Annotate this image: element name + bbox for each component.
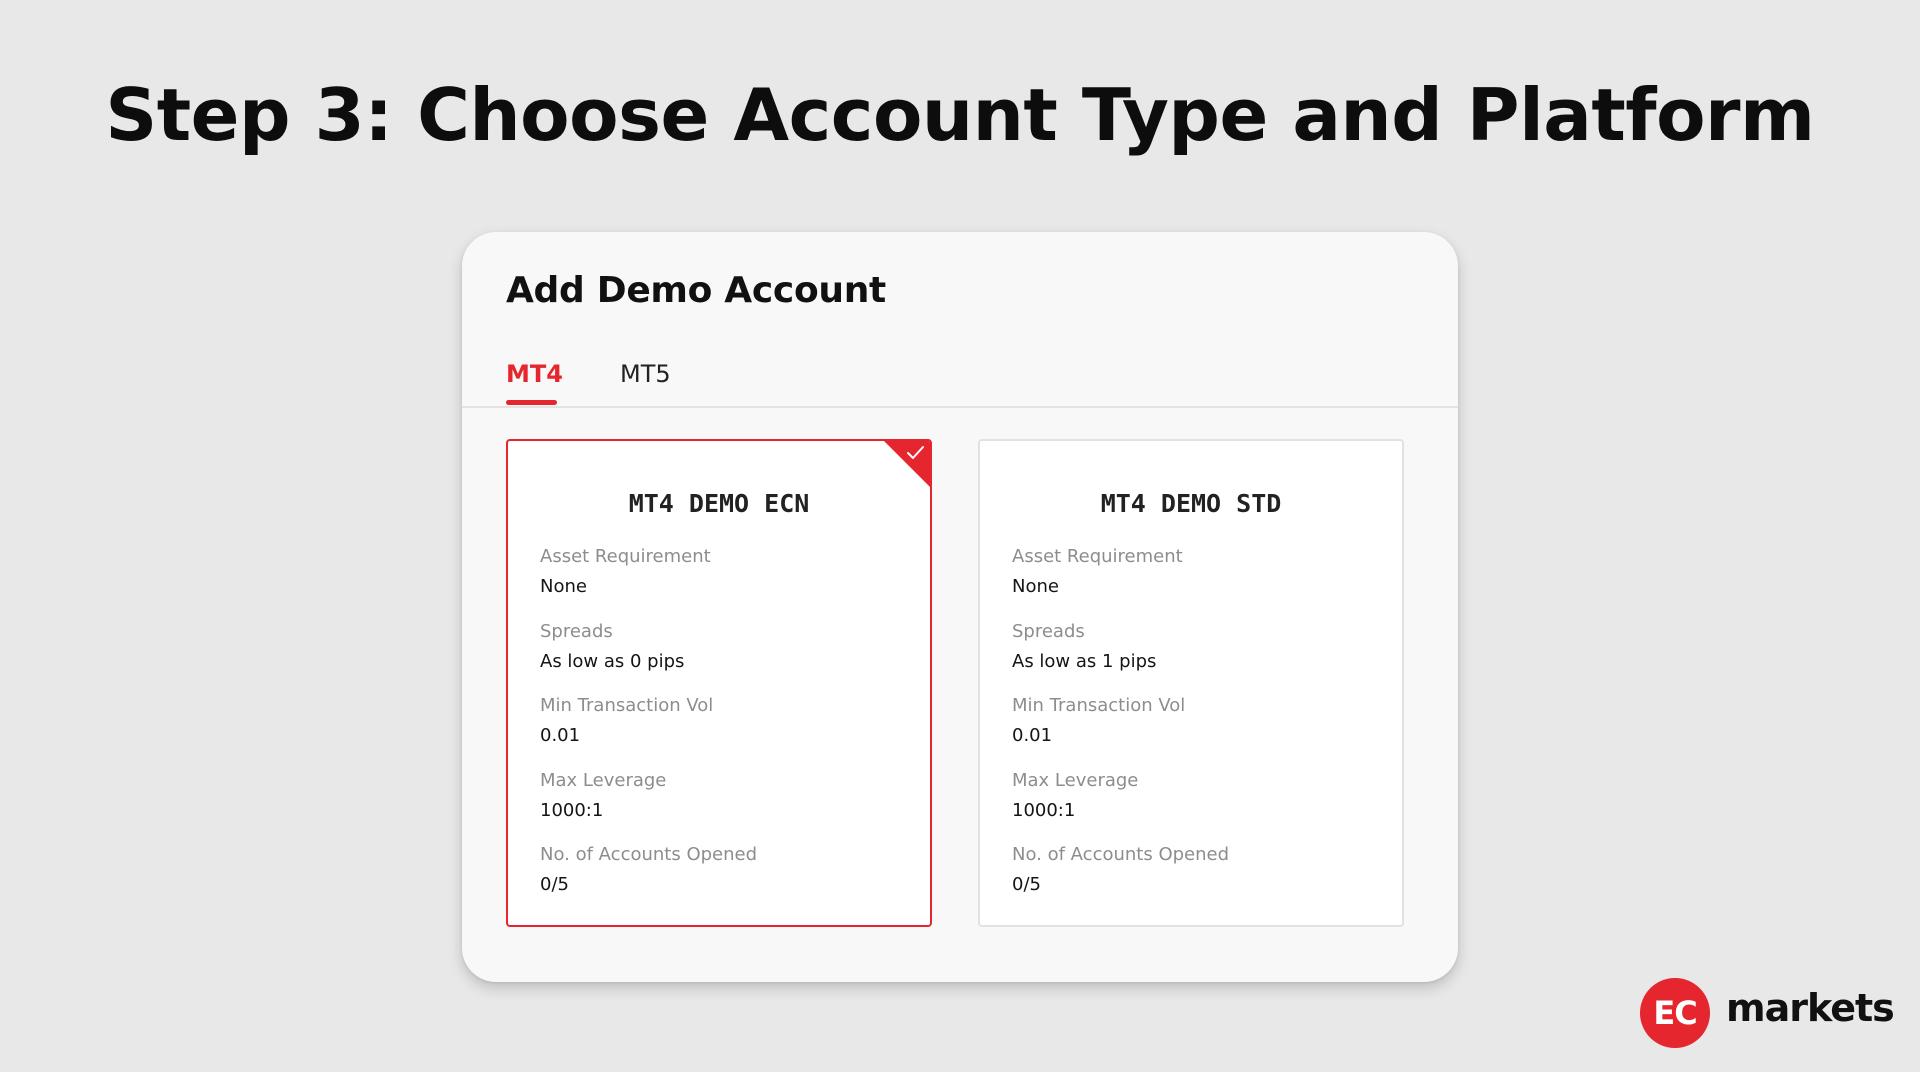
dialog-title: Add Demo Account bbox=[506, 270, 886, 311]
field-max-leverage: Max Leverage 1000:1 bbox=[1012, 769, 1229, 844]
field-label: Spreads bbox=[540, 620, 613, 642]
account-card-mt4-demo-std[interactable]: MT4 DEMO STD Asset Requirement None Spre… bbox=[978, 439, 1404, 927]
field-spreads: Spreads As low as 1 pips bbox=[1012, 620, 1229, 695]
field-accounts-opened: No. of Accounts Opened 0/5 bbox=[540, 843, 757, 918]
field-spreads: Spreads As low as 0 pips bbox=[540, 620, 757, 695]
field-value: None bbox=[540, 576, 587, 597]
field-value: As low as 0 pips bbox=[540, 650, 685, 672]
field-label: No. of Accounts Opened bbox=[540, 844, 758, 865]
platform-tabs: MT4 MT5 bbox=[462, 350, 1458, 408]
account-card-title: MT4 DEMO ECN bbox=[628, 489, 810, 518]
account-details: Asset Requirement None Spreads As low as… bbox=[540, 545, 757, 918]
logo-wordmark: markets bbox=[1726, 986, 1895, 1030]
field-label: No. of Accounts Opened bbox=[1012, 844, 1230, 865]
account-details: Asset Requirement None Spreads As low as… bbox=[1012, 545, 1229, 918]
account-card-mt4-demo-ecn[interactable]: MT4 DEMO ECN Asset Requirement None Spre… bbox=[506, 439, 932, 927]
field-label: Max Leverage bbox=[1012, 769, 1139, 791]
field-max-leverage: Max Leverage 1000:1 bbox=[540, 769, 757, 844]
field-asset-requirement: Asset Requirement None bbox=[540, 545, 757, 620]
field-min-transaction-vol: Min Transaction Vol 0.01 bbox=[540, 694, 757, 769]
active-tab-indicator bbox=[506, 400, 557, 405]
field-value: 1000:1 bbox=[540, 799, 604, 821]
field-label: Min Transaction Vol bbox=[540, 695, 714, 716]
field-value: 0/5 bbox=[1012, 874, 1041, 895]
field-value: As low as 1 pips bbox=[1012, 650, 1157, 672]
field-label: Asset Requirement bbox=[540, 546, 711, 567]
logo-mark: EC bbox=[1640, 978, 1710, 1048]
page-title: Step 3: Choose Account Type and Platform bbox=[105, 73, 1815, 157]
field-accounts-opened: No. of Accounts Opened 0/5 bbox=[1012, 843, 1229, 918]
field-min-transaction-vol: Min Transaction Vol 0.01 bbox=[1012, 694, 1229, 769]
check-icon bbox=[907, 446, 924, 459]
field-value: 0/5 bbox=[540, 874, 569, 895]
field-label: Min Transaction Vol bbox=[1012, 695, 1186, 716]
add-demo-account-dialog: Add Demo Account MT4 MT5 MT4 DEMO ECN As… bbox=[462, 232, 1458, 982]
field-value: 0.01 bbox=[1012, 725, 1053, 746]
account-card-title: MT4 DEMO STD bbox=[1100, 489, 1282, 518]
tab-mt4[interactable]: MT4 bbox=[506, 360, 563, 388]
field-value: None bbox=[1012, 576, 1059, 597]
field-value: 0.01 bbox=[540, 725, 581, 746]
field-asset-requirement: Asset Requirement None bbox=[1012, 545, 1229, 620]
field-label: Spreads bbox=[1012, 620, 1085, 642]
field-label: Max Leverage bbox=[540, 769, 667, 791]
ec-markets-logo: EC markets bbox=[1640, 978, 1895, 1048]
field-value: 1000:1 bbox=[1012, 799, 1076, 821]
tab-mt5[interactable]: MT5 bbox=[620, 360, 671, 388]
field-label: Asset Requirement bbox=[1012, 546, 1183, 567]
